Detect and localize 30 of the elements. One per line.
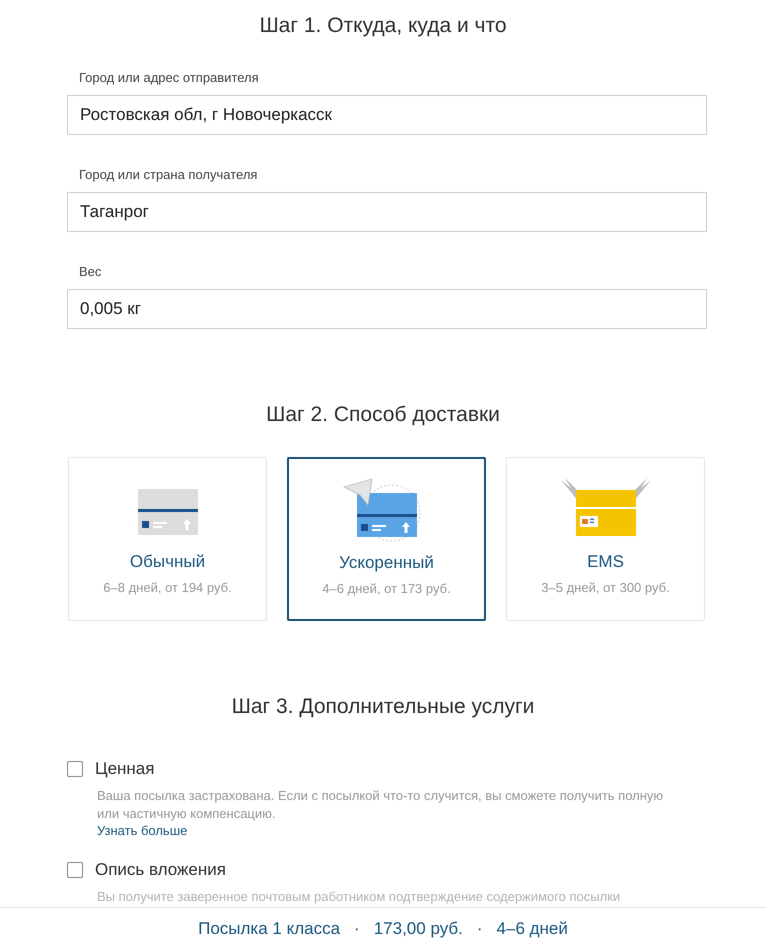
delivery-option-card[interactable]: Ускоренный 4–6 дней, от 173 руб.	[287, 457, 486, 621]
field-label: Город или адрес отправителя	[79, 70, 260, 85]
summary-text: 173,00 руб.	[374, 919, 463, 939]
option-details: 4–6 дней, от 173 руб.	[322, 581, 451, 596]
summary-text: Посылка 1 класса	[198, 919, 340, 939]
option-name: Ускоренный	[339, 553, 434, 573]
service-name: Ценная	[95, 759, 154, 779]
learn-more-link[interactable]: Узнать больше	[97, 823, 666, 838]
step-heading: Шаг 2. Способ доставки	[265, 402, 501, 428]
option-details: 3–5 дней, от 300 руб.	[541, 580, 670, 595]
separator-dot: ·	[354, 919, 360, 939]
service-description: Ваша посылка застрахована. Если с посылкой что-то случится, вы сможете получить полную или частичную компенсацию.	[97, 787, 664, 823]
field-label: Вес	[79, 264, 102, 279]
service-description: Вы получите заверенное почтовым работником подтверждение содержимого посылки	[97, 888, 622, 906]
input-field[interactable]: Таганрог	[67, 192, 707, 232]
option-details: 6–8 дней, от 194 руб.	[103, 580, 232, 595]
delivery-option-card[interactable]: EMS 3–5 дней, от 300 руб.	[506, 457, 705, 621]
option-name: Обычный	[130, 552, 206, 572]
input-field[interactable]: Ростовская обл, г Новочеркасск	[67, 95, 707, 135]
checkbox[interactable]	[67, 761, 83, 777]
step-heading: Шаг 3. Дополнительные услуги	[230, 694, 536, 720]
field-label: Город или страна получателя	[79, 167, 258, 182]
separator-dot: ·	[476, 919, 483, 939]
service-name: Опись вложения	[95, 860, 226, 880]
input-field[interactable]: 0,005 кг	[67, 289, 707, 329]
summary-text: 4–6 дней	[496, 919, 568, 939]
checkbox[interactable]	[67, 862, 83, 878]
step-heading: Шаг 1. Откуда, куда и что	[258, 13, 508, 39]
delivery-option-card[interactable]: Обычный 6–8 дней, от 194 руб.	[68, 457, 267, 621]
option-name: EMS	[587, 552, 624, 572]
